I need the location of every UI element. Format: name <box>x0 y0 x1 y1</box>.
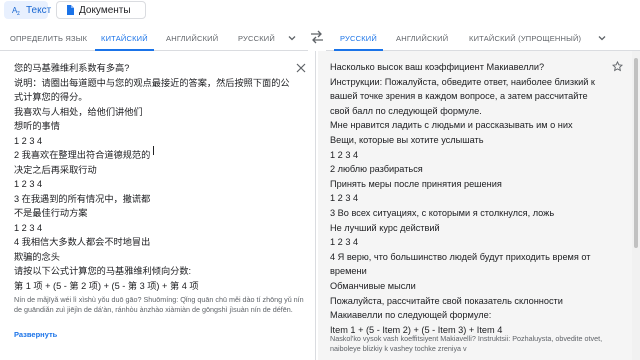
source-line: 1 2 3 4 <box>14 135 43 146</box>
translation-panel: Насколько высок ваш коэффициент Макиавел… <box>318 51 640 360</box>
source-line: 决定之后再采取行动 <box>14 164 97 175</box>
close-icon[interactable] <box>296 63 306 73</box>
tab-label: ОПРЕДЕЛИТЬ ЯЗЫК <box>10 33 88 43</box>
source-line: 4 我相信大多数人都会不时地冒出 <box>14 237 151 247</box>
translation-line: Инструкции: Пожалуйста, обведите ответ, … <box>330 76 595 87</box>
translation-line: Не лучший курс действий <box>330 222 440 233</box>
translation-line: 1 2 3 4 <box>330 237 359 248</box>
translation-line: 3 Во всех ситуациях, с которыми я столкн… <box>330 207 555 218</box>
document-icon <box>67 5 74 15</box>
translation-line: времени <box>330 266 367 277</box>
source-line: 1 2 3 4 <box>14 222 43 233</box>
translation-transliteration: Naskol'ko vysok vash koeffitsiyent Makia… <box>330 334 603 353</box>
tab-russian[interactable]: РУССКИЙ <box>238 26 275 50</box>
mode-bar: Az Текст Документы <box>0 0 640 22</box>
tab-detect-language[interactable]: ОПРЕДЕЛИТЬ ЯЗЫК <box>10 26 87 50</box>
translation-line: Насколько высок ваш коэффициент Макиавел… <box>330 62 545 72</box>
translation-text: Насколько высок ваш коэффициент Макиавел… <box>330 60 620 337</box>
tab-label: РУССКИЙ <box>340 33 377 43</box>
text-mode-label: Текст <box>26 4 52 16</box>
swap-icon[interactable] <box>310 30 324 44</box>
translation-line: 4 Я верю, что большинство людей будут пр… <box>330 251 591 262</box>
source-line: 1 2 3 4 <box>14 179 43 189</box>
source-language-bar: ОПРЕДЕЛИТЬ ЯЗЫК КИТАЙСКИЙ АНГЛИЙСКИЙ РУС… <box>0 26 308 51</box>
source-line: 第 1 项 + (5 - 第 2 项) + (5 - 第 3 项) + 第 4 … <box>14 280 199 291</box>
tab-target-russian[interactable]: РУССКИЙ <box>334 26 383 51</box>
translation-line: Пожалуйста, рассчитайте свой показатель … <box>330 295 563 306</box>
source-panel: 您的马基雅维利系数有多高? 说明：请圈出每道题中与您的观点最接近的答案，然后按照… <box>0 51 316 360</box>
star-icon[interactable] <box>612 61 623 72</box>
translation-line: свой балл по следующей формуле. <box>330 105 482 116</box>
source-line: 请按以下公式计算您的马基雅维利倾向分数: <box>14 266 192 276</box>
translation-line: 2 люблю разбираться <box>330 164 423 175</box>
text-cursor <box>153 146 154 155</box>
scrollbar-thumb[interactable] <box>634 58 638 248</box>
source-line: 欺骗的念头 <box>14 251 60 262</box>
translation-line: Принять меры после принятия решения <box>330 178 502 189</box>
chevron-down-icon[interactable] <box>286 32 298 44</box>
documents-mode-button[interactable]: Документы <box>56 1 146 19</box>
tab-english[interactable]: АНГЛИЙСКИЙ <box>166 26 218 50</box>
translation-line: 1 2 3 4 <box>330 149 359 160</box>
source-line: 3 在我遇到的所有情况中，撒谎都 <box>14 193 151 204</box>
translation-line: Мне нравится ладить с людьми и рассказыв… <box>330 120 573 131</box>
tab-label: АНГЛИЙСКИЙ <box>396 33 449 43</box>
expand-link[interactable]: Развернуть <box>14 330 57 339</box>
source-transliteration: Nín de mǎjīyǎ wéi lì xìshù yǒu duō gāo? … <box>14 295 304 314</box>
tab-label: АНГЛИЙСКИЙ <box>166 33 219 43</box>
documents-mode-label: Документы <box>79 4 131 16</box>
tab-target-english[interactable]: АНГЛИЙСКИЙ <box>396 26 448 50</box>
tab-target-chinese-simplified[interactable]: КИТАЙСКИЙ (УПРОЩЕННЫЙ) <box>469 26 581 50</box>
translation-line: Вещи, которые вы хотите услышать <box>330 134 484 145</box>
translation-line: Макиавелли по следующей формуле: <box>330 310 492 321</box>
translation-line: 1 2 3 4 <box>330 193 359 204</box>
source-line: 说明：请圈出每道题中与您的观点最接近的答案，然后按照下面的公 <box>14 77 290 88</box>
source-text-area[interactable]: 您的马基雅维利系数有多高? 说明：请圈出每道题中与您的观点最接近的答案，然后按照… <box>14 61 296 293</box>
tab-label: РУССКИЙ <box>238 33 275 43</box>
source-line: 想听的事情 <box>14 121 60 131</box>
source-line: 不是最佳行动方案 <box>14 208 88 218</box>
tab-label: КИТАЙСКИЙ (УПРОЩЕННЫЙ) <box>469 33 582 43</box>
source-line: 我喜欢与人相处，给他们讲他们 <box>14 106 143 117</box>
svg-text:z: z <box>17 11 20 15</box>
tab-label: КИТАЙСКИЙ <box>101 33 148 43</box>
text-mode-button[interactable]: Az Текст <box>4 1 52 19</box>
target-language-bar: РУССКИЙ АНГЛИЙСКИЙ КИТАЙСКИЙ (УПРОЩЕННЫЙ… <box>326 26 640 51</box>
translation-line: Обманчивые мысли <box>330 280 416 291</box>
source-line: 您的马基雅维利系数有多高? <box>14 63 130 73</box>
translation-line: вашей точке зрения в каждом вопросе, а з… <box>330 91 588 102</box>
chevron-down-icon[interactable] <box>596 32 608 44</box>
tab-chinese[interactable]: КИТАЙСКИЙ <box>95 26 154 51</box>
translate-icon: Az <box>12 6 20 15</box>
source-line: 式计算您的得分。 <box>14 92 88 102</box>
source-line: 2 我喜欢在整理出符合道德规范的 <box>14 150 151 160</box>
